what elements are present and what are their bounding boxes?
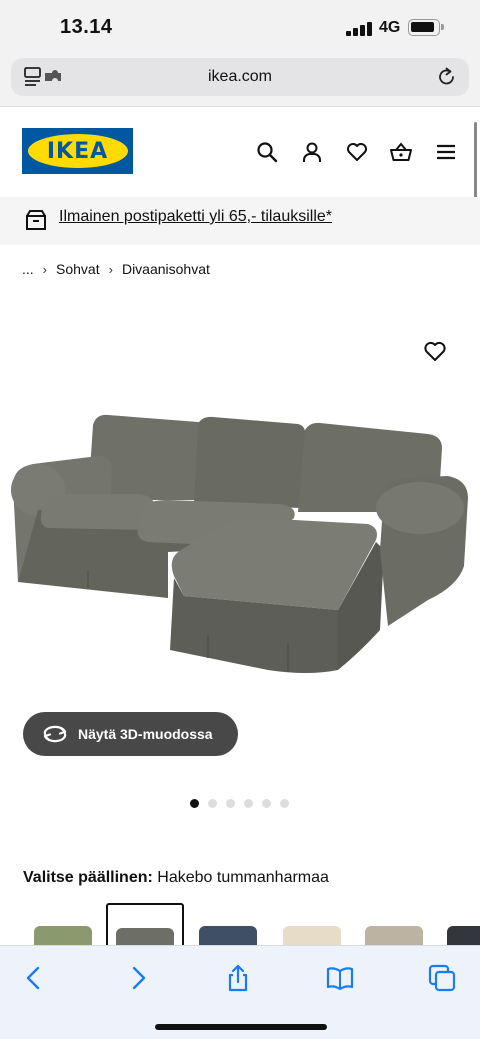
forward-icon[interactable] <box>124 964 152 992</box>
view-in-3d-label: Näytä 3D-muodossa <box>78 726 213 742</box>
carousel-dot[interactable] <box>208 799 217 808</box>
chevron-right-icon: › <box>42 261 48 277</box>
battery-icon <box>408 19 444 36</box>
address-bar[interactable]: ikea.com <box>11 58 469 96</box>
browser-toolbar <box>0 945 480 1039</box>
rotate-3d-icon <box>43 725 67 743</box>
share-icon[interactable] <box>224 964 252 992</box>
site-header: IKEA <box>0 107 480 197</box>
menu-icon[interactable] <box>434 140 458 164</box>
carousel-dot[interactable] <box>262 799 271 808</box>
cover-swatch[interactable] <box>355 903 433 948</box>
shopping-basket-icon[interactable] <box>389 140 413 164</box>
cover-swatch[interactable] <box>24 903 102 948</box>
promo-banner[interactable]: Ilmainen postipaketti yli 65,- tilauksil… <box>0 197 480 245</box>
cover-label: Valitse päällinen: <box>23 869 153 886</box>
cover-swatch-row <box>0 903 480 948</box>
product-image-sofa[interactable] <box>8 400 474 690</box>
add-to-favourites-icon[interactable] <box>423 340 447 362</box>
browser-address-area: ikea.com <box>0 54 480 107</box>
bookmarks-icon[interactable] <box>326 964 354 992</box>
carousel-dot[interactable] <box>226 799 235 808</box>
cover-selection-heading: Valitse päällinen: Hakebo tummanharmaa <box>23 869 329 887</box>
favourites-icon[interactable] <box>345 140 369 164</box>
cover-swatch[interactable] <box>189 903 267 948</box>
status-time: 13.14 <box>60 16 113 38</box>
reload-icon[interactable] <box>437 67 457 87</box>
ikea-logo[interactable]: IKEA <box>22 128 133 174</box>
carousel-dot[interactable] <box>280 799 289 808</box>
cover-value: Hakebo tummanharmaa <box>157 869 329 886</box>
breadcrumb-ellipsis[interactable]: ... <box>22 261 34 277</box>
carousel-dot[interactable] <box>244 799 253 808</box>
network-type: 4G <box>379 19 401 36</box>
view-in-3d-button[interactable]: Näytä 3D-muodossa <box>23 712 238 756</box>
carousel-dot[interactable] <box>190 799 199 808</box>
promo-link[interactable]: Ilmainen postipaketti yli 65,- tilauksil… <box>59 208 332 226</box>
cover-swatch[interactable] <box>273 903 351 948</box>
breadcrumb: ... › Sohvat › Divaanisohvat <box>22 261 210 277</box>
cover-swatch-selected[interactable] <box>106 903 184 948</box>
url-text: ikea.com <box>207 68 273 85</box>
account-icon[interactable] <box>300 140 324 164</box>
breadcrumb-item-chaise-sofas[interactable]: Divaanisohvat <box>122 261 210 277</box>
image-carousel-dots <box>190 799 289 808</box>
cover-swatch[interactable] <box>437 903 480 948</box>
parcel-icon <box>26 210 46 230</box>
home-indicator <box>155 1024 327 1030</box>
tabs-overview-icon[interactable] <box>428 964 456 992</box>
status-bar: 13.14 4G <box>0 0 480 54</box>
search-icon[interactable] <box>255 140 279 164</box>
logo-text: IKEA <box>46 138 109 164</box>
chevron-right-icon: › <box>108 261 113 277</box>
cellular-signal-icon <box>346 22 372 36</box>
breadcrumb-item-sofas[interactable]: Sohvat <box>56 261 100 277</box>
back-icon[interactable] <box>20 964 48 992</box>
